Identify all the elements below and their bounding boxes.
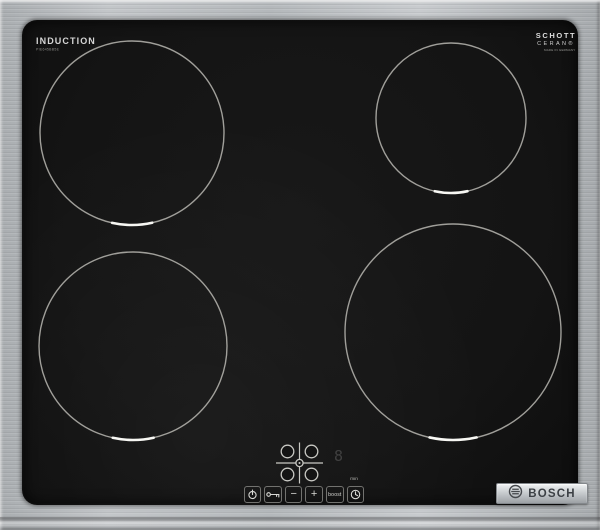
- zone-selector-diagram: [271, 441, 328, 485]
- ceramic-glass-surface: [22, 20, 578, 505]
- glass-print-label: INDUCTION PIE645BB5E: [36, 36, 96, 54]
- touch-control-row: − + boost: [244, 486, 364, 503]
- schott-ceran-logo: SCHOTT CERAN® MADE IN GERMANY: [532, 31, 580, 55]
- schott-small-text: MADE IN GERMANY: [544, 49, 568, 52]
- bosch-brand-text: BOSCH: [528, 488, 576, 500]
- induction-text: INDUCTION: [36, 36, 96, 46]
- plus-button[interactable]: +: [305, 486, 322, 503]
- power-icon: [247, 489, 258, 500]
- clock-icon: [350, 489, 361, 500]
- bosch-badge: BOSCH: [496, 483, 588, 504]
- power-level-display: 8: [334, 447, 343, 465]
- model-number-text: PIE645BB5E: [36, 48, 71, 51]
- timer-button[interactable]: [347, 486, 364, 503]
- boost-button[interactable]: boost: [326, 486, 344, 503]
- power-button[interactable]: [244, 486, 261, 503]
- bosch-emblem-icon: [508, 484, 523, 504]
- induction-hob: INDUCTION PIE645BB5E SCHOTT CERAN® MADE …: [0, 0, 600, 530]
- key-icon: [266, 491, 280, 498]
- minus-button[interactable]: −: [285, 486, 302, 503]
- boost-label: boost: [328, 492, 341, 497]
- schott-text: SCHOTT: [532, 31, 580, 40]
- timer-min-label: min: [347, 477, 361, 482]
- ceran-text: CERAN®: [532, 41, 580, 47]
- childlock-button[interactable]: [264, 486, 281, 503]
